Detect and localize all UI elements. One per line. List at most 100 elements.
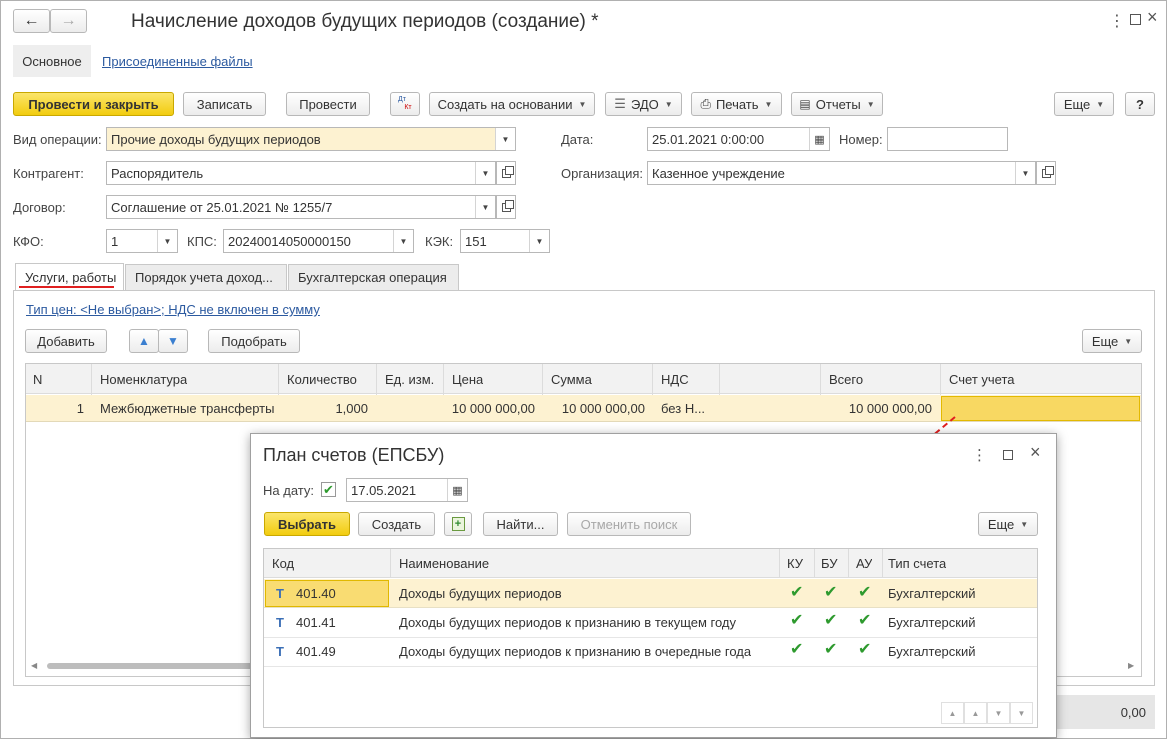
forward-button[interactable]: →	[50, 9, 87, 33]
services-more-button[interactable]: Еще ▼	[1082, 329, 1142, 353]
dialog-more-label: Еще	[987, 516, 1015, 532]
price-type-link[interactable]: Тип цен: <Не выбран>; НДС не включен в с…	[26, 302, 320, 317]
cancel-search-button[interactable]: Отменить поиск	[567, 512, 691, 536]
print-label: Печать	[715, 96, 759, 112]
back-button[interactable]: ←	[13, 9, 50, 33]
move-up-button[interactable]: ▲	[129, 329, 159, 353]
chevron-down-icon[interactable]: ▼	[475, 162, 495, 184]
counterparty-field[interactable]: Распорядитель ▼	[106, 161, 496, 185]
col-header-name[interactable]: Наименование	[399, 549, 489, 578]
pick-button[interactable]: Подобрать	[208, 329, 300, 353]
tab-accounting-operation[interactable]: Бухгалтерская операция	[288, 264, 459, 290]
nav-tab-main[interactable]: Основное	[13, 45, 91, 77]
check-ku-icon: ✔	[790, 640, 804, 658]
col-header-vat[interactable]: НДС	[661, 364, 689, 394]
col-header-sum[interactable]: Сумма	[551, 364, 592, 394]
dtkt-button[interactable]: Дт Кт	[390, 92, 420, 116]
open-counterparty-icon[interactable]	[496, 161, 516, 185]
create-based-on-button[interactable]: Создать на основании ▼	[429, 92, 595, 116]
col-header-ku[interactable]: КУ	[787, 549, 803, 578]
scroll-first-icon[interactable]: ▲	[941, 702, 964, 724]
org-field[interactable]: Казенное учреждение ▼	[647, 161, 1036, 185]
col-header-code[interactable]: Код	[272, 549, 294, 578]
edo-button[interactable]: ☰ ЭДО ▼	[605, 92, 682, 116]
dialog-kebab-icon[interactable]: ⋮	[972, 446, 987, 464]
chevron-down-icon[interactable]: ▼	[157, 230, 177, 252]
dialog-more-button[interactable]: Еще ▼	[978, 512, 1038, 536]
help-button[interactable]: ?	[1125, 92, 1155, 116]
contract-field[interactable]: Соглашение от 25.01.2021 № 1255/7 ▼	[106, 195, 496, 219]
maximize-icon[interactable]	[1130, 14, 1141, 25]
kek-field[interactable]: 151 ▼	[460, 229, 550, 253]
move-down-button[interactable]: ▼	[158, 329, 188, 353]
chevron-down-icon[interactable]: ▼	[529, 230, 549, 252]
close-icon[interactable]: ×	[1147, 7, 1158, 28]
reports-button[interactable]: ▤ Отчеты ▼	[791, 92, 883, 116]
add-row-button[interactable]: Добавить	[25, 329, 107, 353]
kfo-field[interactable]: 1 ▼	[106, 229, 178, 253]
create-group-button[interactable]: +	[444, 512, 472, 536]
add-group-icon: +	[451, 517, 465, 531]
col-header-total[interactable]: Всего	[829, 364, 863, 394]
col-header-account[interactable]: Счет учета	[949, 364, 1015, 394]
col-separator	[848, 549, 849, 578]
kek-value: 151	[465, 233, 487, 249]
dropdown-arrow-icon: ▼	[764, 99, 773, 109]
row-account-field[interactable]	[941, 396, 1140, 421]
col-separator	[814, 549, 815, 578]
edo-label: ЭДО	[630, 96, 659, 112]
open-contract-icon[interactable]	[496, 195, 516, 219]
kps-value: 20240014050000150	[228, 233, 351, 249]
scroll-left-icon[interactable]: ◀	[31, 661, 37, 670]
kps-label: КПС:	[187, 234, 217, 249]
dialog-date-value: 17.05.2021	[351, 482, 417, 498]
dialog-date-checkbox[interactable]: ✔	[321, 482, 336, 497]
date-field[interactable]: 25.01.2021 0:00:00 ▦	[647, 127, 830, 151]
dialog-close-icon[interactable]: ×	[1030, 442, 1041, 463]
chevron-down-icon[interactable]: ▼	[1015, 162, 1035, 184]
calendar-icon[interactable]: ▦	[447, 479, 467, 501]
kps-field[interactable]: 20240014050000150 ▼	[223, 229, 414, 253]
col-header-account-type[interactable]: Тип счета	[888, 549, 946, 578]
reports-label: Отчеты	[815, 96, 861, 112]
more-button[interactable]: Еще ▼	[1054, 92, 1114, 116]
col-header-qty[interactable]: Количество	[287, 364, 357, 394]
nav-tab-files[interactable]: Присоединенные файлы	[102, 54, 253, 69]
calendar-icon[interactable]: ▦	[809, 128, 829, 150]
dropdown-arrow-icon: ▼	[1096, 99, 1105, 109]
find-button[interactable]: Найти...	[483, 512, 558, 536]
col-header-n[interactable]: N	[33, 364, 42, 394]
col-header-unit[interactable]: Ед. изм.	[385, 364, 434, 394]
dialog-maximize-icon[interactable]	[1003, 450, 1013, 460]
document-window: ← → Начисление доходов будущих периодов …	[0, 0, 1167, 739]
open-org-icon[interactable]	[1036, 161, 1056, 185]
scroll-up-icon[interactable]: ▲	[964, 702, 987, 724]
chevron-down-icon[interactable]: ▼	[475, 196, 495, 218]
chevron-down-icon[interactable]: ▼	[495, 128, 515, 150]
contract-value: Соглашение от 25.01.2021 № 1255/7	[111, 199, 333, 215]
select-button[interactable]: Выбрать	[264, 512, 350, 536]
post-button[interactable]: Провести	[286, 92, 370, 116]
check-ku-icon: ✔	[790, 583, 804, 601]
horizontal-scrollbar[interactable]	[47, 663, 257, 669]
checkmark-icon: ✔	[323, 481, 334, 497]
scroll-last-icon[interactable]: ▼	[1010, 702, 1033, 724]
dialog-date-field[interactable]: 17.05.2021 ▦	[346, 478, 468, 502]
post-and-close-button[interactable]: Провести и закрыть	[13, 92, 174, 116]
chevron-down-icon[interactable]: ▼	[393, 230, 413, 252]
print-button[interactable]: ⎙ Печать ▼	[691, 92, 782, 116]
col-header-item[interactable]: Номенклатура	[100, 364, 187, 394]
scroll-right-icon[interactable]: ▶	[1128, 661, 1134, 670]
save-button[interactable]: Записать	[183, 92, 266, 116]
row-code: 401.41	[296, 615, 336, 630]
org-label: Организация:	[561, 166, 644, 181]
number-field[interactable]	[887, 127, 1008, 151]
tab-income-order[interactable]: Порядок учета доход...	[125, 264, 287, 290]
create-button[interactable]: Создать	[358, 512, 435, 536]
col-header-au[interactable]: АУ	[856, 549, 872, 578]
col-header-price[interactable]: Цена	[452, 364, 483, 394]
kebab-menu-icon[interactable]: ⋮	[1109, 11, 1125, 31]
op-type-field[interactable]: Прочие доходы будущих периодов ▼	[106, 127, 516, 151]
scroll-down-icon[interactable]: ▼	[987, 702, 1010, 724]
col-header-bu[interactable]: БУ	[821, 549, 838, 578]
